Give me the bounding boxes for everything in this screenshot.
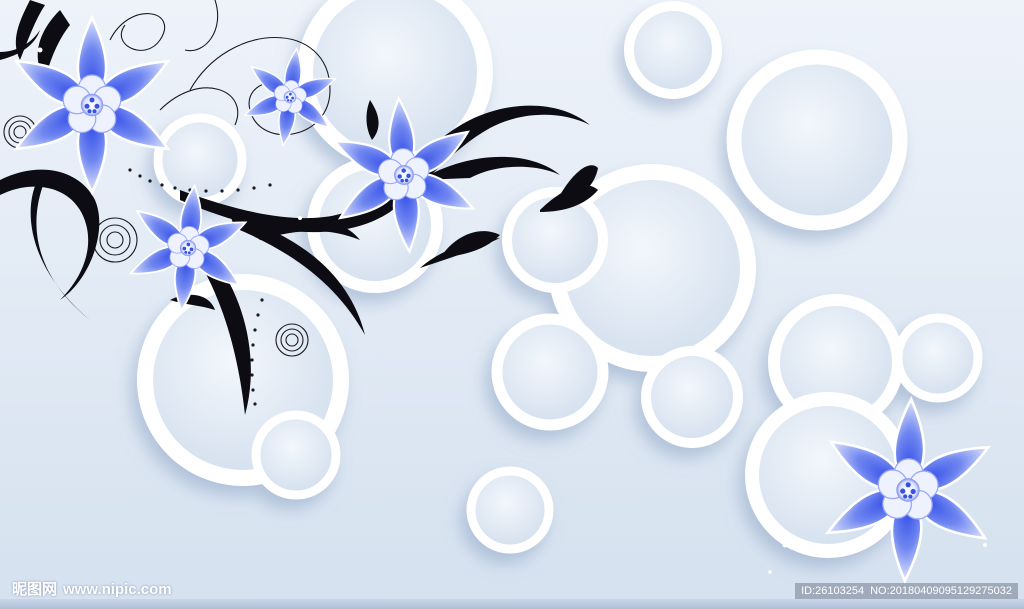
watermark-no-label: NO:20180409095129275032 <box>870 585 1012 597</box>
ring-icon <box>641 346 743 448</box>
watermark-brand: 昵图网 www.nipic.com <box>12 578 172 599</box>
watermark-brand-name: 昵图网 <box>12 581 58 598</box>
wallpaper-scene <box>0 0 1024 609</box>
watermark-id-label: ID:26103254 <box>801 585 865 597</box>
watermark-id: ID:26103254 NO:20180409095129275032 <box>795 583 1018 599</box>
floor-strip <box>0 599 1024 609</box>
ring-icon <box>251 410 341 500</box>
ring-icon <box>726 49 908 231</box>
ring-icon <box>466 466 554 554</box>
ring-icon <box>624 1 722 99</box>
ring-icon <box>893 313 983 403</box>
ring-icon <box>491 313 609 431</box>
ring-icon <box>153 113 247 207</box>
watermark-site: www.nipic.com <box>63 581 172 598</box>
